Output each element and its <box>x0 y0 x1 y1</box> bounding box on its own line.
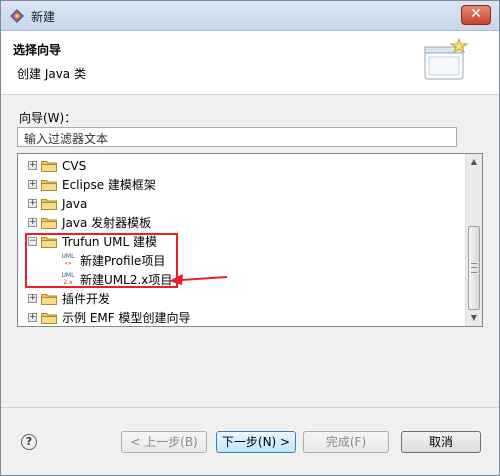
finish-button[interactable]: 完成(F) <box>303 431 389 453</box>
wizard-header: 选择向导 创建 Java 类 <box>1 31 499 95</box>
scrollbar-thumb[interactable] <box>468 226 480 310</box>
tree-item-label: Java 发射器模板 <box>62 216 152 230</box>
tree-item[interactable]: + Eclipse 建模框架 <box>28 175 156 194</box>
window-title: 新建 <box>31 10 56 24</box>
tree-item[interactable]: + Java <box>28 194 87 213</box>
red-arrow-annotation <box>169 274 228 285</box>
expand-icon[interactable]: + <box>28 294 37 303</box>
folder-icon <box>41 312 57 324</box>
folder-icon <box>41 198 57 210</box>
filter-input[interactable]: 输入过滤器文本 <box>17 127 457 147</box>
folder-icon <box>41 160 57 172</box>
tree-item-label: Java <box>62 196 88 211</box>
expand-icon[interactable]: + <box>28 180 37 189</box>
folder-icon <box>41 217 57 229</box>
scroll-down-arrow-icon[interactable]: ▼ <box>466 310 482 326</box>
page-description: 创建 Java 类 <box>17 67 86 81</box>
eclipse-app-icon <box>10 9 24 23</box>
help-icon[interactable]: ? <box>21 434 37 450</box>
tree-item[interactable]: + 插件开发 <box>28 289 110 308</box>
expand-icon[interactable]: + <box>28 218 37 227</box>
folder-icon <box>41 179 57 191</box>
tree-item[interactable]: + 示例 EMF 模型创建向导 <box>28 308 191 326</box>
highlight-box <box>25 233 178 288</box>
bottom-separator <box>1 407 499 408</box>
folder-icon <box>41 293 57 305</box>
filter-label: 向导(W)： <box>19 111 77 125</box>
expand-icon[interactable]: + <box>28 313 37 322</box>
vertical-scrollbar[interactable]: ▲ ▼ <box>465 154 482 326</box>
wizard-banner-icon <box>424 37 469 80</box>
tree-item-label: Eclipse 建模框架 <box>62 178 156 192</box>
expand-icon[interactable]: + <box>28 161 37 170</box>
scroll-up-arrow-icon[interactable]: ▲ <box>466 154 482 170</box>
next-button[interactable]: 下一步(N) > <box>216 431 296 453</box>
grip-icon <box>471 263 477 273</box>
tree-item[interactable]: + Java 发射器模板 <box>28 213 151 232</box>
new-wizard-dialog: 新建 ✕ 选择向导 创建 Java 类 向导(W)： 输入过滤器文本 + CVS +… <box>0 0 500 476</box>
expand-icon[interactable]: + <box>28 199 37 208</box>
tree-item[interactable]: + CVS <box>28 156 86 175</box>
back-button[interactable]: < 上一步(B) <box>121 431 207 453</box>
page-title: 选择向导 <box>13 43 62 57</box>
title-bar: 新建 ✕ <box>1 1 499 31</box>
close-button[interactable]: ✕ <box>461 5 491 25</box>
tree-item-label: CVS <box>62 158 87 173</box>
cancel-button[interactable]: 取消 <box>401 431 481 453</box>
tree-item-label: 示例 EMF 模型创建向导 <box>62 311 191 325</box>
tree-item-label: 插件开发 <box>62 292 111 306</box>
